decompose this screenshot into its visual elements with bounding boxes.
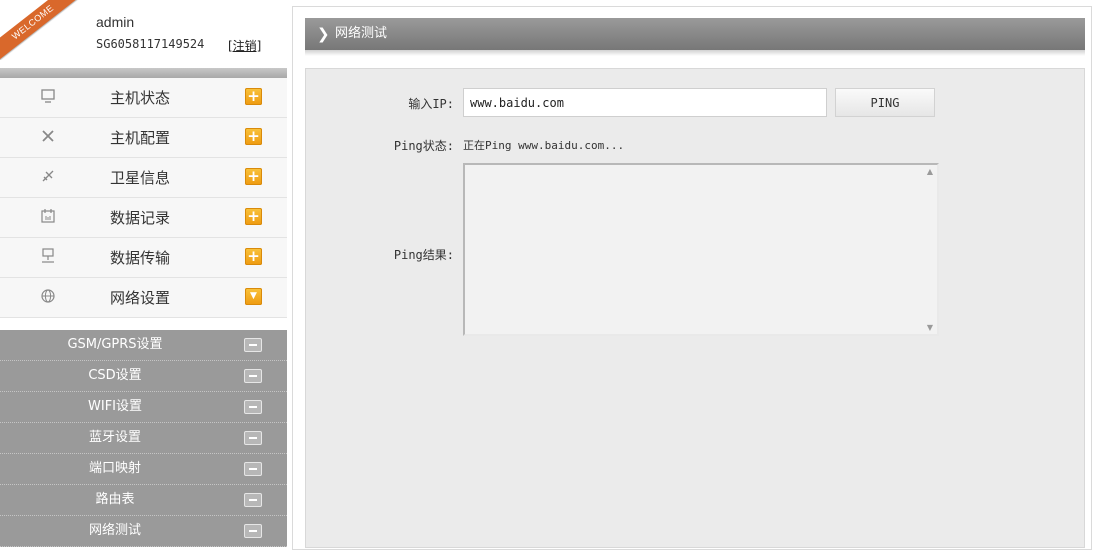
menu-item-data-transfer[interactable]: 数据传输 + (0, 238, 287, 278)
minus-icon[interactable] (244, 431, 262, 445)
submenu-item-routing-table[interactable]: 路由表 (0, 485, 287, 516)
section-header: ❯ 网络测试 (305, 18, 1085, 50)
sidebar: WELCOME admin SG6058117149524 [注销] 主机状态 … (0, 0, 287, 548)
minus-icon[interactable] (244, 369, 262, 383)
submenu-item-label: 网络测试 (88, 523, 141, 538)
ping-status-value: 正在Ping www.baidu.com... (463, 139, 625, 152)
ping-button[interactable]: PING (835, 88, 935, 117)
submenu-item-port-mapping[interactable]: 端口映射 (0, 454, 287, 485)
minus-icon[interactable] (244, 462, 262, 476)
calendar-icon (38, 208, 58, 228)
username: admin (96, 14, 135, 30)
tools-icon (38, 128, 58, 148)
menu-item-network-settings[interactable]: 网络设置 ▼ (0, 278, 287, 318)
minus-icon[interactable] (244, 524, 262, 538)
menu-item-label: 卫星信息 (110, 169, 171, 187)
submenu-item-label: 端口映射 (88, 461, 141, 476)
submenu-item-label: 蓝牙设置 (88, 430, 141, 445)
content-area: ❯ 网络测试 输入IP: PING Ping状态: 正在Ping www.bai… (287, 0, 1097, 550)
sidebar-divider (0, 68, 287, 78)
submenu-item-network-test[interactable]: 网络测试 (0, 516, 287, 547)
submenu-item-bluetooth[interactable]: 蓝牙设置 (0, 423, 287, 454)
menu-item-data-record[interactable]: 数据记录 + (0, 198, 287, 238)
ip-input[interactable] (463, 88, 827, 117)
expand-plus-icon[interactable]: + (245, 248, 262, 265)
submenu-item-gsm-gprs[interactable]: GSM/GPRS设置 (0, 330, 287, 361)
user-panel: WELCOME admin SG6058117149524 [注销] (0, 0, 287, 68)
submenu-item-csd[interactable]: CSD设置 (0, 361, 287, 392)
logout-link[interactable]: [注销] (228, 37, 261, 54)
minus-icon[interactable] (244, 400, 262, 414)
globe-icon (38, 288, 58, 308)
satellite-icon (38, 168, 58, 188)
collapse-arrow-icon[interactable]: ▼ (245, 288, 262, 305)
submenu-item-label: WIFI设置 (88, 399, 142, 414)
expand-plus-icon[interactable]: + (245, 208, 262, 225)
monitor-icon (38, 88, 58, 108)
chevron-right-icon: ❯ (317, 25, 330, 43)
device-id: SG6058117149524 (96, 37, 205, 51)
submenu-item-label: CSD设置 (88, 368, 142, 383)
scroll-up-icon[interactable]: ▲ (927, 167, 933, 176)
page-title: 网络测试 (335, 26, 388, 41)
network-submenu: GSM/GPRS设置 CSD设置 WIFI设置 蓝牙设置 端口映射 路由表 网络… (0, 330, 287, 547)
expand-plus-icon[interactable]: + (245, 88, 262, 105)
welcome-label: WELCOME (0, 0, 82, 60)
welcome-ribbon: WELCOME (0, 0, 84, 60)
ping-status-label: Ping状态: (393, 139, 454, 153)
menu-item-label: 数据记录 (110, 209, 171, 227)
menu-item-satellite-info[interactable]: 卫星信息 + (0, 158, 287, 198)
header-shadow (305, 50, 1085, 56)
ip-label: 输入IP: (408, 97, 454, 111)
menu-item-host-config[interactable]: 主机配置 + (0, 118, 287, 158)
network-icon (38, 248, 58, 268)
expand-plus-icon[interactable]: + (245, 168, 262, 185)
expand-plus-icon[interactable]: + (245, 128, 262, 145)
menu-item-label: 数据传输 (110, 249, 171, 267)
submenu-item-wifi[interactable]: WIFI设置 (0, 392, 287, 423)
main-menu: 主机状态 + 主机配置 + 卫星信息 + 数据记录 + 数据传输 + 网络设置 … (0, 78, 287, 318)
menu-item-label: 主机配置 (110, 129, 171, 147)
menu-item-host-status[interactable]: 主机状态 + (0, 78, 287, 118)
submenu-item-label: 路由表 (95, 492, 135, 507)
ping-result-label: Ping结果: (393, 248, 454, 262)
minus-icon[interactable] (244, 493, 262, 507)
ping-result-textarea[interactable]: ▲ ▼ (463, 163, 939, 336)
scroll-down-icon[interactable]: ▼ (927, 323, 933, 332)
ping-test-panel: 输入IP: PING Ping状态: 正在Ping www.baidu.com.… (305, 68, 1085, 548)
minus-icon[interactable] (244, 338, 262, 352)
submenu-item-label: GSM/GPRS设置 (67, 337, 163, 352)
menu-item-label: 网络设置 (110, 289, 171, 307)
menu-item-label: 主机状态 (110, 89, 171, 107)
